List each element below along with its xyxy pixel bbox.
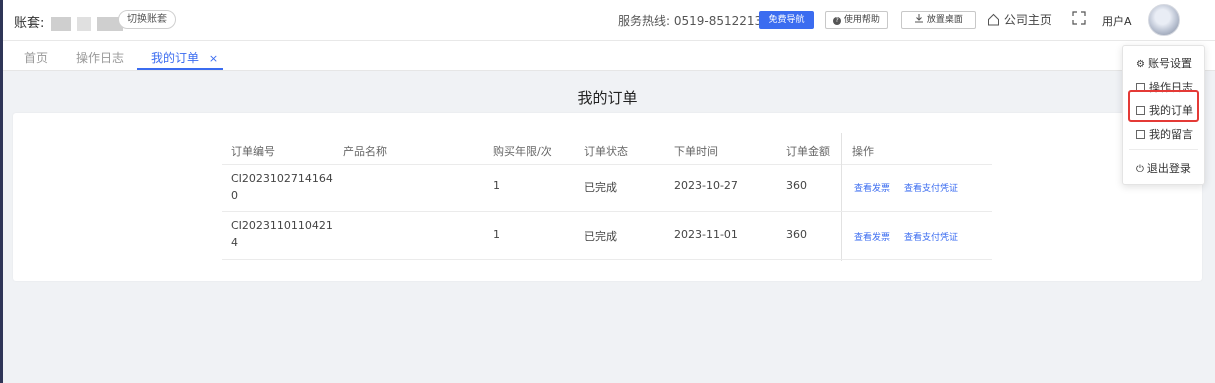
user-name[interactable]: 用户A bbox=[1102, 13, 1132, 29]
switch-account-button[interactable]: 切换账套 bbox=[118, 10, 176, 29]
column-header: 订单金额 bbox=[786, 145, 830, 158]
place-desktop-button[interactable]: 放置桌面 bbox=[901, 11, 976, 29]
account-label: 账套: bbox=[14, 16, 45, 31]
order-amount: 360 bbox=[786, 179, 807, 192]
column-header: 操作 bbox=[852, 145, 874, 158]
help-button[interactable]: ? 使用帮助 bbox=[825, 11, 888, 29]
row-divider bbox=[222, 211, 992, 212]
order-number: CI20231101104214 bbox=[231, 219, 333, 249]
column-header: 订单编号 bbox=[231, 145, 275, 158]
service-hotline: 服务热线: 0519-85122137 bbox=[618, 14, 770, 28]
tab-home[interactable]: 首页 bbox=[24, 49, 48, 66]
view-invoice-link[interactable]: 查看发票 bbox=[854, 230, 890, 243]
menu-item-label: 我的留言 bbox=[1149, 128, 1193, 141]
row-divider bbox=[222, 164, 992, 165]
place-desktop-label: 放置桌面 bbox=[926, 15, 963, 25]
account-info: 账套: bbox=[14, 12, 123, 31]
column-header: 购买年限/次 bbox=[493, 145, 552, 158]
account-name-redacted bbox=[76, 16, 91, 31]
view-payment-proof-link[interactable]: 查看支付凭证 bbox=[904, 230, 958, 243]
tab-bar: 首页 操作日志 我的订单 × bbox=[3, 41, 1215, 71]
question-icon: ? bbox=[833, 17, 842, 25]
view-payment-proof-link[interactable]: 查看支付凭证 bbox=[904, 181, 958, 194]
order-status: 已完成 bbox=[584, 181, 617, 194]
company-home-label: 公司主页 bbox=[1003, 13, 1052, 27]
tab-operation-log[interactable]: 操作日志 bbox=[76, 49, 124, 66]
view-invoice-link[interactable]: 查看发票 bbox=[854, 181, 890, 194]
tab-my-orders-label: 我的订单 bbox=[151, 51, 200, 65]
gear-icon: ⚙ bbox=[1136, 59, 1145, 70]
orders-card: 订单编号 产品名称 购买年限/次 订单状态 下单时间 订单金额 操作 CI202… bbox=[13, 113, 1202, 281]
column-header: 下单时间 bbox=[674, 145, 718, 158]
home-icon bbox=[988, 13, 999, 26]
free-nav-button[interactable]: 免费导航 bbox=[759, 11, 814, 29]
purchase-years: 1 bbox=[493, 179, 500, 192]
menu-item-account-settings[interactable]: ⚙ 账号设置 bbox=[1136, 55, 1192, 71]
column-header: 订单状态 bbox=[584, 145, 628, 158]
menu-item-logout[interactable]: ⏻ 退出登录 bbox=[1136, 160, 1191, 176]
row-divider bbox=[222, 259, 992, 260]
document-icon bbox=[1136, 130, 1145, 139]
download-icon bbox=[915, 14, 924, 23]
column-header: 产品名称 bbox=[343, 145, 387, 158]
page-title: 我的订单 bbox=[577, 89, 638, 107]
fullscreen-icon[interactable] bbox=[1072, 11, 1086, 25]
purchase-years: 1 bbox=[493, 228, 500, 241]
company-home-link[interactable]: 公司主页 bbox=[987, 11, 1052, 28]
order-time: 2023-11-01 bbox=[674, 228, 738, 241]
power-icon: ⏻ bbox=[1136, 164, 1144, 175]
highlight-box bbox=[1128, 90, 1199, 122]
order-status: 已完成 bbox=[584, 230, 617, 243]
menu-item-label: 退出登录 bbox=[1146, 162, 1191, 175]
help-label: 使用帮助 bbox=[843, 15, 880, 25]
menu-item-label: 账号设置 bbox=[1147, 57, 1192, 70]
user-avatar[interactable] bbox=[1148, 4, 1180, 36]
order-amount: 360 bbox=[786, 228, 807, 241]
close-icon[interactable]: × bbox=[209, 52, 218, 65]
menu-item-my-messages[interactable]: 我的留言 bbox=[1136, 126, 1193, 142]
column-divider bbox=[841, 133, 842, 261]
tab-my-orders[interactable]: 我的订单 × bbox=[151, 49, 218, 66]
menu-divider bbox=[1129, 149, 1198, 150]
account-name-redacted bbox=[50, 16, 71, 31]
top-header: 账套: 切换账套 服务热线: 0519-85122137 免费导航 ? 使用帮助… bbox=[3, 0, 1215, 41]
order-time: 2023-10-27 bbox=[674, 179, 738, 192]
active-tab-indicator bbox=[137, 68, 223, 70]
order-number: CI20231027141640 bbox=[231, 172, 333, 202]
